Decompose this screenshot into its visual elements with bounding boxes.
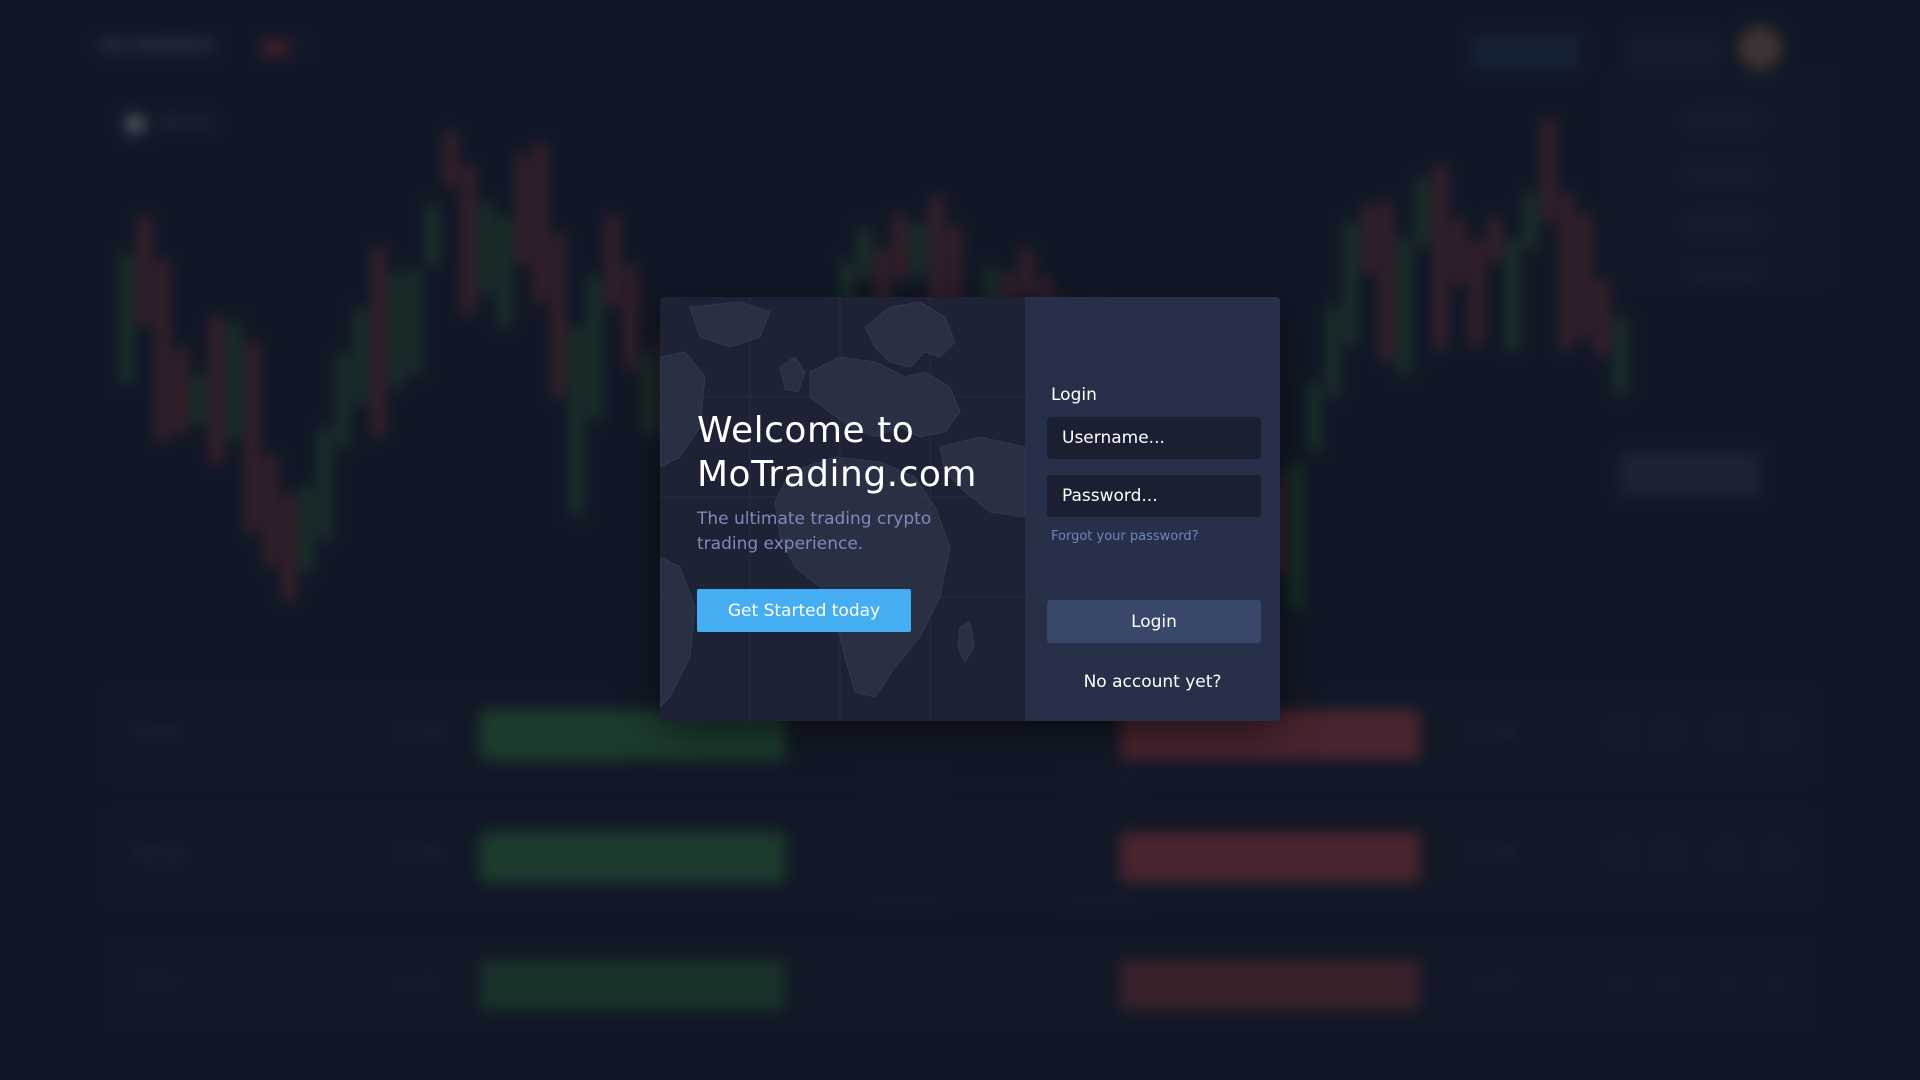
- forgot-password-link[interactable]: Forgot your password?: [1051, 529, 1199, 544]
- username-input[interactable]: [1047, 417, 1261, 459]
- login-button[interactable]: Login: [1047, 600, 1261, 643]
- welcome-subtitle: The ultimate trading crypto trading expe…: [697, 509, 932, 554]
- no-account-link[interactable]: No account yet?: [1025, 672, 1280, 692]
- login-heading: Login: [1051, 385, 1097, 405]
- password-input[interactable]: [1047, 475, 1261, 517]
- login-modal: Welcome to MoTrading.com The ultimate tr…: [660, 297, 1280, 721]
- login-panel: Login Forgot your password? Login No acc…: [1025, 297, 1280, 721]
- welcome-title: Welcome to MoTrading.com: [697, 410, 977, 495]
- welcome-panel: Welcome to MoTrading.com The ultimate tr…: [660, 297, 1025, 721]
- get-started-button[interactable]: Get Started today: [697, 589, 911, 632]
